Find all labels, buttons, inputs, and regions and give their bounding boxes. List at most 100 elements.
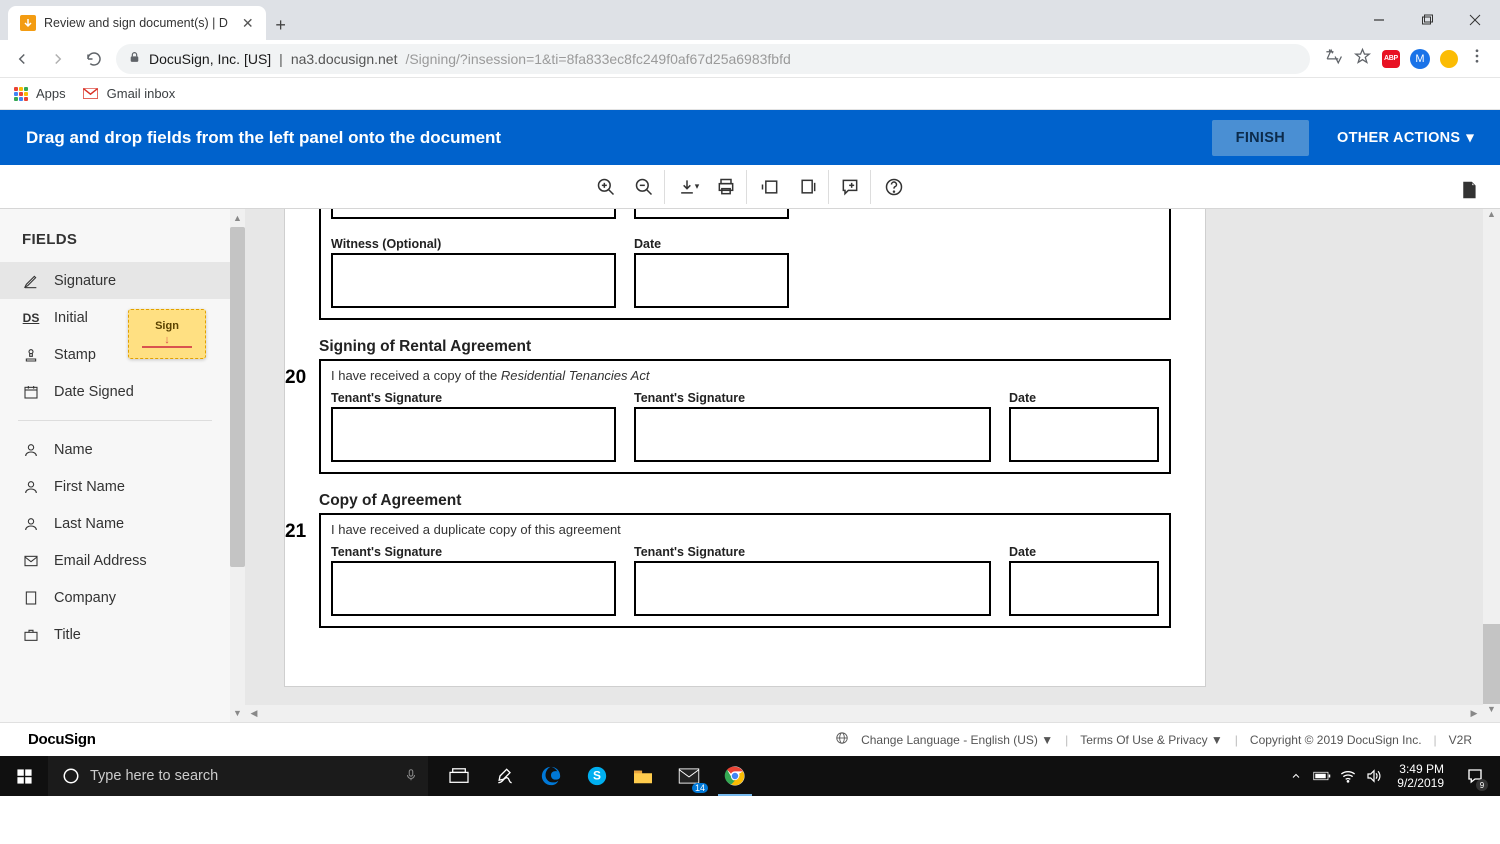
reload-button[interactable] xyxy=(80,45,108,73)
finish-button[interactable]: FINISH xyxy=(1212,120,1309,156)
mail-badge: 14 xyxy=(692,783,708,793)
maximize-button[interactable] xyxy=(1404,0,1450,40)
documents-panel-toggle[interactable] xyxy=(1450,173,1488,207)
chrome-icon[interactable] xyxy=(712,756,758,796)
field-label: Email Address xyxy=(54,553,147,569)
print-button[interactable] xyxy=(709,170,747,204)
terms-link[interactable]: Terms Of Use & Privacy ▼ xyxy=(1080,733,1223,747)
window-buttons xyxy=(1356,0,1500,40)
close-tab-icon[interactable]: ✕ xyxy=(242,15,254,32)
scroll-thumb[interactable] xyxy=(1483,624,1500,704)
scroll-left-icon[interactable]: ◀ xyxy=(245,708,263,719)
version-text: V2R xyxy=(1449,733,1472,747)
field-label: Company xyxy=(54,590,116,606)
profile-avatar[interactable]: M xyxy=(1410,49,1430,69)
docusign-favicon xyxy=(20,15,36,31)
tenant-sig-box[interactable] xyxy=(634,407,991,462)
tenant-sig-label: Tenant's Signature xyxy=(634,391,991,405)
fit-width-button[interactable] xyxy=(751,170,789,204)
tenant-sig-box[interactable] xyxy=(331,561,616,616)
scroll-down-icon[interactable]: ▼ xyxy=(230,704,245,722)
right-scrollbar[interactable]: ▲ ▼ xyxy=(1483,209,1500,722)
taskbar-search[interactable]: Type here to search xyxy=(48,756,428,796)
scroll-up-icon[interactable]: ▲ xyxy=(230,209,245,227)
gmail-icon xyxy=(82,87,99,100)
notification-badge: 9 xyxy=(1476,779,1488,791)
field-last-name[interactable]: Last Name xyxy=(0,505,230,542)
tenant-sig-box[interactable] xyxy=(331,407,616,462)
omnibox[interactable]: DocuSign, Inc. [US] | na3.docusign.net/S… xyxy=(116,44,1310,74)
tray-chevron-icon[interactable] xyxy=(1285,756,1307,796)
action-center-icon[interactable]: 9 xyxy=(1456,756,1494,796)
left-scrollbar[interactable]: ▲ ▼ xyxy=(230,209,245,722)
bookmark-label: Apps xyxy=(36,86,66,101)
taskbar-clock[interactable]: 3:49 PM 9/2/2019 xyxy=(1389,762,1452,790)
zoom-out-button[interactable] xyxy=(627,170,665,204)
date-box[interactable] xyxy=(1009,561,1159,616)
back-button[interactable] xyxy=(8,45,36,73)
date-box[interactable] xyxy=(634,253,789,308)
volume-icon[interactable] xyxy=(1363,756,1385,796)
bookmark-apps[interactable]: Apps xyxy=(14,86,66,101)
divider xyxy=(18,420,212,421)
zoom-in-button[interactable] xyxy=(587,170,625,204)
start-button[interactable] xyxy=(0,756,48,796)
chrome-menu-icon[interactable] xyxy=(1468,47,1486,70)
scroll-thumb[interactable] xyxy=(230,227,245,567)
new-tab-button[interactable]: + xyxy=(266,10,296,40)
field-name[interactable]: Name xyxy=(0,431,230,468)
stamp-icon xyxy=(22,346,40,364)
docusign-main-area: FIELDS Signature DSInitial Stamp Date Si… xyxy=(0,209,1500,722)
tenant-sig-label: Tenant's Signature xyxy=(331,391,616,405)
download-button[interactable]: ▾ xyxy=(669,170,707,204)
battery-icon[interactable] xyxy=(1311,756,1333,796)
scroll-down-icon[interactable]: ▼ xyxy=(1483,704,1500,722)
section-number: 20 xyxy=(285,367,306,389)
close-window-button[interactable] xyxy=(1452,0,1498,40)
change-language-link[interactable]: Change Language - English (US) ▼ xyxy=(861,733,1053,747)
minimize-button[interactable] xyxy=(1356,0,1402,40)
translate-icon[interactable] xyxy=(1324,47,1343,71)
scroll-right-icon[interactable]: ▶ xyxy=(1465,708,1483,719)
sign-tag-label: Sign xyxy=(155,320,179,332)
scroll-up-icon[interactable]: ▲ xyxy=(1483,209,1500,227)
help-button[interactable] xyxy=(875,170,913,204)
field-date-signed[interactable]: Date Signed xyxy=(0,373,230,410)
task-view-icon[interactable] xyxy=(436,756,482,796)
extension-icon[interactable] xyxy=(1440,50,1458,68)
field-email[interactable]: Email Address xyxy=(0,542,230,579)
windows-taskbar: Type here to search S 14 3:49 PM 9/2/201… xyxy=(0,756,1500,796)
field-label: Signature xyxy=(54,273,116,289)
file-explorer-icon[interactable] xyxy=(620,756,666,796)
tenant-sig-box[interactable] xyxy=(634,561,991,616)
wifi-icon[interactable] xyxy=(1337,756,1359,796)
skype-icon[interactable]: S xyxy=(574,756,620,796)
edge-icon[interactable] xyxy=(528,756,574,796)
ink-workspace-icon[interactable] xyxy=(482,756,528,796)
bookmark-label: Gmail inbox xyxy=(107,86,176,101)
sign-here-tag[interactable]: Sign ↓ xyxy=(128,309,206,359)
other-actions-dropdown[interactable]: OTHER ACTIONS ▾ xyxy=(1337,130,1474,146)
mail-icon[interactable]: 14 xyxy=(666,756,712,796)
forward-button[interactable] xyxy=(44,45,72,73)
field-company[interactable]: Company xyxy=(0,579,230,616)
date-box[interactable] xyxy=(1009,407,1159,462)
field-title[interactable]: Title xyxy=(0,616,230,653)
field-signature[interactable]: Signature xyxy=(0,262,230,299)
calendar-icon xyxy=(22,383,40,401)
field-first-name[interactable]: First Name xyxy=(0,468,230,505)
tenant-sig-label: Tenant's Signature xyxy=(331,545,616,559)
mic-icon[interactable] xyxy=(404,766,418,787)
arrow-down-icon: ↓ xyxy=(164,334,170,346)
star-icon[interactable] xyxy=(1353,47,1372,71)
comment-button[interactable] xyxy=(833,170,871,204)
browser-tab[interactable]: Review and sign document(s) | D ✕ xyxy=(8,6,266,40)
person-icon xyxy=(22,478,40,496)
bookmark-gmail[interactable]: Gmail inbox xyxy=(82,86,176,101)
fit-page-button[interactable] xyxy=(791,170,829,204)
horizontal-scrollbar[interactable]: ◀ ▶ xyxy=(245,705,1483,722)
abp-extension-icon[interactable]: ABP xyxy=(1382,50,1400,68)
fields-panel: FIELDS Signature DSInitial Stamp Date Si… xyxy=(0,209,230,722)
document-canvas[interactable]: Witness (Optional) Date Signing of Renta… xyxy=(245,209,1483,722)
witness-box[interactable] xyxy=(331,253,616,308)
